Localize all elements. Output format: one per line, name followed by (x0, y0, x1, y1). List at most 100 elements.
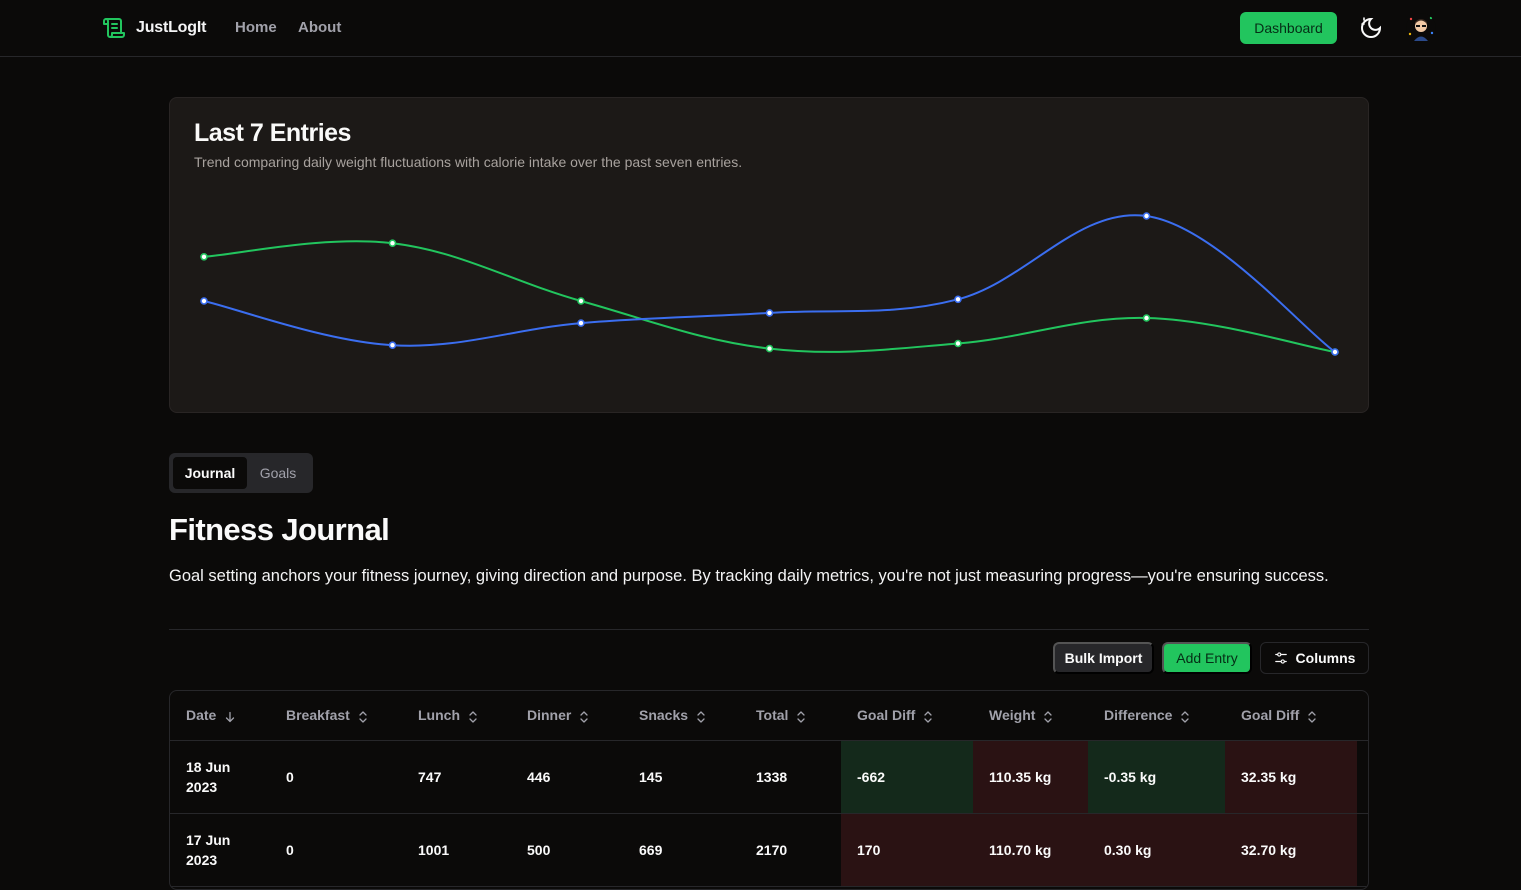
col-header-label: Dinner (527, 707, 572, 724)
sort-icon (580, 710, 588, 723)
cell-total: 1338 (740, 740, 841, 814)
col-header-label: Total (756, 707, 789, 724)
cell-snacks: 145 (623, 740, 740, 814)
chart-card-title: Last 7 Entries (194, 119, 351, 147)
series-1-point-6[interactable] (1331, 348, 1339, 356)
series-1-point-1[interactable] (388, 341, 397, 349)
cell-spacer (1357, 740, 1368, 814)
date-day: 18 Jun (186, 758, 231, 775)
col-header-difference[interactable]: Difference (1088, 691, 1225, 741)
col-header-snacks[interactable]: Snacks (623, 691, 740, 741)
tab-journal[interactable]: Journal (173, 457, 247, 489)
user-avatar[interactable] (1406, 13, 1436, 43)
brand[interactable]: JustLogIt (102, 16, 206, 40)
sort-icon (797, 710, 806, 723)
col-header-weight-goal-diff[interactable]: Goal Diff (1225, 691, 1357, 741)
sliders-icon (1274, 652, 1287, 664)
series-0-point-2[interactable] (577, 297, 585, 305)
col-header-weight[interactable]: Weight (973, 691, 1088, 741)
cell-spacer (1357, 813, 1368, 887)
cell-weight-goal-diff: 32.70 kg (1225, 813, 1357, 887)
chart-card-subtitle: Trend comparing daily weight fluctuation… (194, 154, 743, 170)
col-header-label: Snacks (639, 707, 689, 724)
col-header-label: Goal Diff (857, 707, 916, 724)
chart-card: Last 7 Entries Trend comparing daily wei… (169, 97, 1369, 413)
series-0-point-0[interactable] (200, 253, 208, 261)
col-header-label: Lunch (418, 707, 460, 724)
col-header-label: Difference (1104, 707, 1173, 724)
brand-name: JustLogIt (136, 19, 207, 36)
cell-snacks: 669 (623, 813, 740, 887)
sort-icon (1181, 710, 1190, 723)
cell-dinner: 500 (511, 813, 623, 887)
cell-lunch: 1001 (402, 813, 511, 887)
sort-icon (924, 710, 932, 723)
cell-date: 18 Jun 2023 (170, 740, 270, 814)
series-0-point-5[interactable] (1142, 314, 1151, 322)
dashboard-button[interactable]: Dashboard (1240, 12, 1337, 44)
series-1-point-0[interactable] (200, 297, 208, 305)
sort-icon (1308, 710, 1316, 723)
cell-lunch: 747 (402, 740, 511, 814)
table-row[interactable]: 17 Jun 2023 0 1001 500 669 2170 170 110.7… (170, 813, 1368, 887)
series-0-point-4[interactable] (954, 339, 962, 348)
col-header-label: Goal Diff (1241, 707, 1300, 724)
series-0-point-1[interactable] (388, 239, 397, 247)
table-row[interactable]: 18 Jun 2023 0 747 446 145 1338 -662 110.3… (170, 740, 1368, 814)
date-year: 2023 (186, 778, 218, 795)
sort-icon (359, 710, 367, 723)
moon-theme-toggle-icon[interactable] (1359, 16, 1383, 40)
sort-icon (469, 710, 477, 723)
series-1-point-4[interactable] (954, 295, 962, 304)
arrow-down-icon (226, 711, 235, 722)
cell-date: 17 Jun 2023 (170, 813, 270, 887)
add-entry-button[interactable]: Add Entry (1162, 642, 1252, 674)
columns-button[interactable]: Columns (1260, 642, 1369, 674)
col-header-goal-diff[interactable]: Goal Diff (841, 691, 973, 741)
table-header-row: Date Breakfast Lunch Dinner Snacks Total… (170, 691, 1368, 741)
avatar-image (1406, 13, 1436, 43)
col-header-spacer (1357, 691, 1368, 741)
bulk-import-button[interactable]: Bulk Import (1053, 642, 1154, 674)
tab-goals[interactable]: Goals (247, 457, 309, 489)
col-header-total[interactable]: Total (740, 691, 841, 741)
col-header-dinner[interactable]: Dinner (511, 691, 623, 741)
col-header-label: Date (186, 707, 217, 724)
col-header-label: Breakfast (286, 707, 350, 724)
cell-dinner: 446 (511, 740, 623, 814)
nav-about-link[interactable]: About (298, 19, 341, 36)
col-header-breakfast[interactable]: Breakfast (270, 691, 402, 741)
series-1-point-3[interactable] (765, 309, 774, 317)
sort-icon (697, 710, 705, 723)
date-year: 2023 (186, 851, 218, 868)
series-0-point-3[interactable] (765, 344, 774, 353)
col-header-lunch[interactable]: Lunch (402, 691, 511, 741)
columns-label: Columns (1295, 650, 1356, 666)
cell-breakfast: 0 (270, 813, 402, 887)
page-description: Goal setting anchors your fitness journe… (169, 567, 1329, 585)
cell-goal-diff: -662 (841, 740, 973, 814)
cell-difference: 0.30 kg (1088, 813, 1225, 887)
cell-difference: -0.35 kg (1088, 740, 1225, 814)
col-header-label: Weight (989, 707, 1036, 724)
cell-weight-goal-diff: 32.35 kg (1225, 740, 1357, 814)
scroll-logo-icon (103, 18, 125, 38)
series-line-1 (203, 214, 1336, 353)
page-title: Fitness Journal (169, 512, 390, 547)
cell-goal-diff: 170 (841, 813, 973, 887)
series-line-0 (203, 240, 1336, 353)
nav-home-link[interactable]: Home (235, 19, 277, 36)
divider (169, 629, 1369, 630)
cell-total: 2170 (740, 813, 841, 887)
top-navbar: JustLogIt Home About Dashboard (0, 0, 1521, 57)
view-tabs: Journal Goals (169, 453, 313, 493)
series-1-point-5[interactable] (1142, 212, 1151, 220)
journal-table: Date Breakfast Lunch Dinner Snacks Total… (169, 690, 1369, 890)
series-1-point-2[interactable] (577, 319, 585, 327)
sort-icon (1044, 710, 1053, 723)
cell-weight: 110.35 kg (973, 740, 1088, 814)
col-header-date[interactable]: Date (170, 691, 270, 741)
cell-breakfast: 0 (270, 740, 402, 814)
date-day: 17 Jun (186, 831, 231, 848)
cell-weight: 110.70 kg (973, 813, 1088, 887)
